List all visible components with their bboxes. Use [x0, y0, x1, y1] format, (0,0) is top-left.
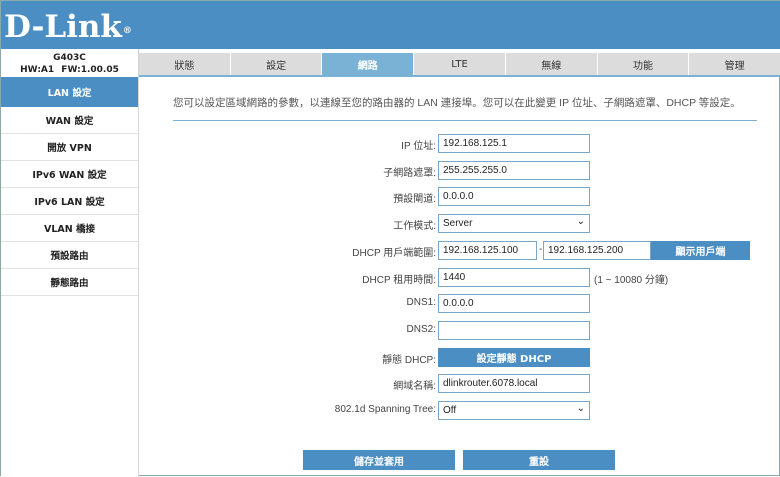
gateway-row: 預設閘道: 0.0.0.0	[139, 187, 780, 207]
spanning-tree-value: Off	[443, 405, 457, 416]
tab-management[interactable]: 管理	[689, 53, 780, 75]
sidebar-item-ipv6-wan[interactable]: IPv6 WAN 設定	[1, 161, 138, 188]
work-mode-select[interactable]: Server ⌄	[438, 214, 590, 233]
page-description: 您可以設定區域網路的參數，以連線至您的路由器的 LAN 連接埠。您可以在此變更 …	[173, 97, 741, 109]
subnet-row: 子網路遮罩: 255.255.255.0	[139, 161, 780, 181]
domain-row: 網域名稱: dlinkrouter.6078.local	[139, 374, 780, 394]
sidebar: LAN 設定 WAN 設定 開放 VPN IPv6 WAN 設定 IPv6 LA…	[1, 77, 139, 477]
dns1-label: DNS1:	[406, 297, 436, 308]
sidebar-item-open-vpn[interactable]: 開放 VPN	[1, 134, 138, 161]
gateway-label: 預設閘道:	[393, 194, 436, 205]
spanning-tree-select[interactable]: Off ⌄	[438, 401, 590, 420]
mode-label: 工作模式:	[393, 221, 436, 232]
set-static-dhcp-button[interactable]: 設定靜態 DHCP	[438, 348, 590, 367]
show-clients-button[interactable]: 顯示用戶端	[651, 241, 750, 260]
device-version: HW:A1 FW:1.00.05	[20, 65, 119, 75]
sidebar-item-ipv6-lan[interactable]: IPv6 LAN 設定	[1, 188, 138, 215]
divider	[173, 120, 757, 121]
dhcp-end-input[interactable]: 192.168.125.200	[543, 241, 651, 260]
main-content: 您可以設定區域網路的參數，以連線至您的路由器的 LAN 連接埠。您可以在此變更 …	[139, 77, 780, 477]
dhcp-range-label: DHCP 用戶端範圍:	[352, 248, 436, 259]
subnet-mask-input[interactable]: 255.255.255.0	[438, 161, 590, 180]
sidebar-item-wan-setup[interactable]: WAN 設定	[1, 107, 138, 134]
stp-label: 802.1d Spanning Tree:	[334, 404, 436, 415]
tab-lte[interactable]: LTE	[414, 53, 506, 75]
work-mode-value: Server	[443, 218, 473, 229]
header-bar: D-Link®	[1, 1, 780, 49]
stp-row: 802.1d Spanning Tree: Off ⌄	[139, 401, 780, 421]
domain-name-input[interactable]: dlinkrouter.6078.local	[438, 374, 590, 393]
tab-network[interactable]: 網路	[322, 53, 415, 75]
ip-row: IP 位址: 192.168.125.1	[139, 134, 780, 154]
lease-range-note: (1 ~ 10080 分鐘)	[594, 275, 669, 286]
ip-label: IP 位址:	[401, 141, 436, 152]
static-dhcp-label: 靜態 DHCP:	[382, 355, 436, 366]
domain-label: 網域名稱:	[393, 381, 436, 392]
save-apply-button[interactable]: 儲存並套用	[303, 450, 455, 470]
router-admin-window: D-Link® G403C HW:A1 FW:1.00.05 狀態 設定 網路 …	[0, 0, 780, 477]
tab-wireless[interactable]: 無線	[505, 53, 598, 75]
chevron-down-icon: ⌄	[576, 216, 585, 227]
dns2-input[interactable]	[438, 321, 590, 340]
device-model: G403C	[53, 53, 86, 63]
dhcp-range-row: DHCP 用戶端範圍: 192.168.125.100 - 192.168.12…	[139, 241, 780, 261]
sidebar-item-default-route[interactable]: 預設路由	[1, 242, 138, 269]
dlink-logo: D-Link®	[4, 9, 132, 45]
sidebar-item-static-route[interactable]: 靜態路由	[1, 269, 138, 296]
dns1-row: DNS1: 0.0.0.0	[139, 294, 780, 314]
tab-features[interactable]: 功能	[597, 53, 690, 75]
dns2-row: DNS2:	[139, 321, 780, 341]
sidebar-item-lan-setup[interactable]: LAN 設定	[1, 77, 138, 107]
chevron-down-icon: ⌄	[576, 403, 585, 414]
dns1-input[interactable]: 0.0.0.0	[438, 294, 590, 313]
reset-button[interactable]: 重設	[463, 450, 615, 470]
ip-address-input[interactable]: 192.168.125.1	[438, 134, 590, 153]
lease-row: DHCP 租用時間: 1440 (1 ~ 10080 分鐘)	[139, 268, 780, 288]
sidebar-item-vlan-bridge[interactable]: VLAN 橋接	[1, 215, 138, 242]
lease-time-input[interactable]: 1440	[438, 268, 590, 287]
subnet-label: 子網路遮罩:	[383, 168, 436, 179]
lease-label: DHCP 租用時間:	[362, 275, 436, 286]
tab-status[interactable]: 狀態	[139, 53, 231, 75]
tab-setup[interactable]: 設定	[230, 53, 323, 75]
range-separator: -	[539, 244, 543, 255]
dns2-label: DNS2:	[406, 324, 436, 335]
main-tabs: 狀態 設定 網路 LTE 無線 功能 管理	[139, 49, 780, 77]
device-info: G403C HW:A1 FW:1.00.05	[1, 49, 139, 77]
default-gateway-input[interactable]: 0.0.0.0	[438, 187, 590, 206]
dhcp-start-input[interactable]: 192.168.125.100	[438, 241, 537, 260]
static-dhcp-row: 靜態 DHCP: 設定靜態 DHCP	[139, 348, 780, 368]
mode-row: 工作模式: Server ⌄	[139, 214, 780, 234]
